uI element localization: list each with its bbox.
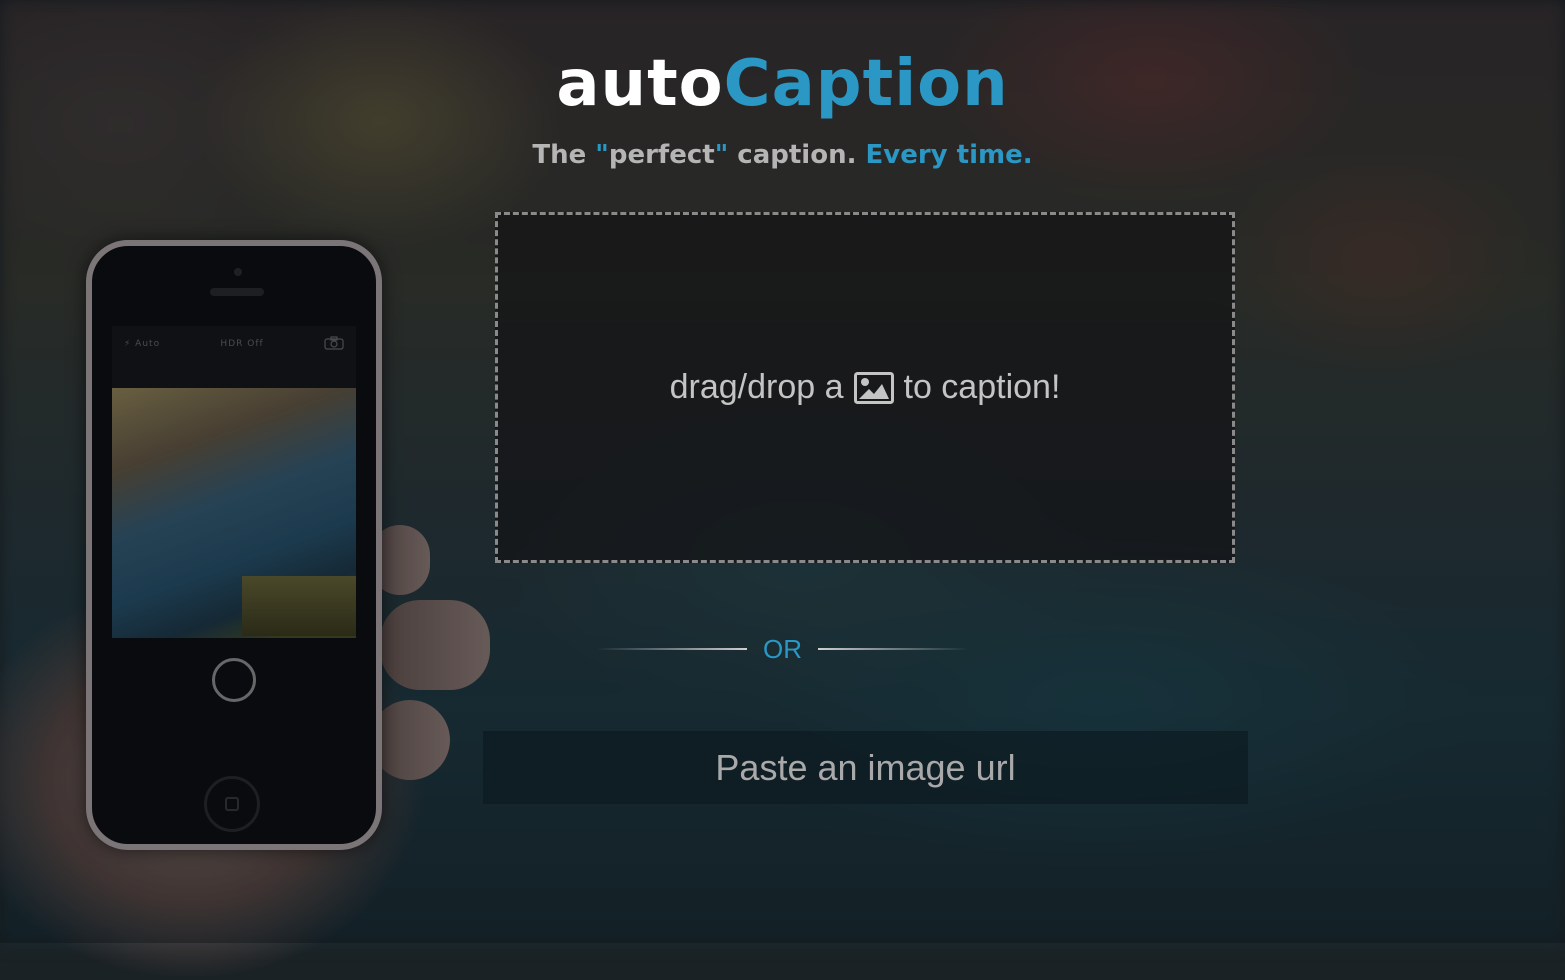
tagline-quote-open: " xyxy=(595,140,609,170)
image-icon xyxy=(853,371,894,404)
tagline: The "perfect" caption. Every time. xyxy=(0,138,1565,172)
dropzone-text-before: drag/drop a xyxy=(669,368,844,406)
or-divider: OR xyxy=(0,632,1565,666)
or-label: OR xyxy=(763,633,802,664)
app-title-part2: Caption xyxy=(723,47,1009,121)
image-dropzone[interactable]: drag/drop a to caption! xyxy=(495,212,1235,563)
divider-line-left xyxy=(597,648,747,650)
tagline-part3: Every time. xyxy=(865,140,1033,170)
tagline-word: perfect xyxy=(608,140,715,170)
dropzone-text-after: to caption! xyxy=(903,368,1061,406)
image-url-input[interactable] xyxy=(483,731,1248,804)
app-title-part1: auto xyxy=(556,47,724,121)
divider-line-right xyxy=(818,648,968,650)
app-title: autoCaption xyxy=(0,44,1565,124)
tagline-part2: caption. xyxy=(728,140,866,170)
tagline-part1: The xyxy=(532,140,596,170)
tagline-quote-close: " xyxy=(714,140,729,170)
